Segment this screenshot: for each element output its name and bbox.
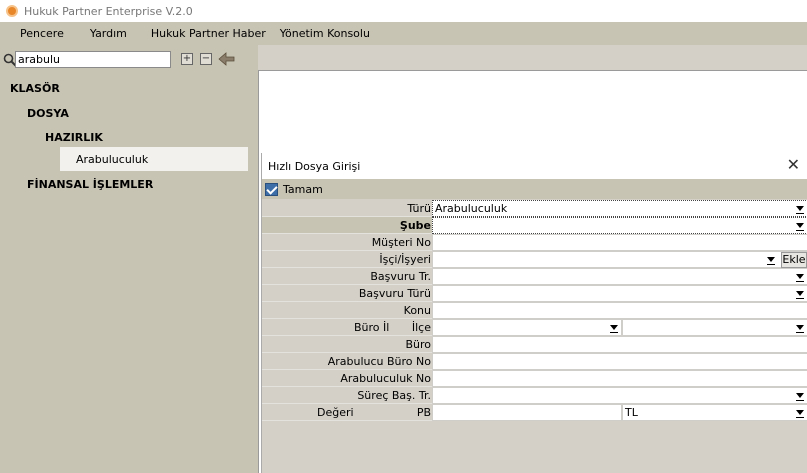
label-buro-il: Büro İl [354, 321, 390, 334]
label-sube: Şube [399, 219, 431, 232]
basvuru-tr-date[interactable] [432, 268, 807, 285]
quick-file-entry-dialog: Hızlı Dosya Girişi ✕ Tamam Türü Arabuluc… [261, 153, 807, 473]
menu-pencere[interactable]: Pencere [20, 27, 64, 40]
title-bar: Hukuk Partner Enterprise V.2.0 [0, 0, 807, 22]
expand-all-button[interactable]: + [181, 53, 193, 65]
chevron-down-icon[interactable] [767, 257, 775, 265]
label-basvuru-tr: Başvuru Tr. [370, 270, 431, 283]
tree-item-klasor[interactable]: KLASÖR [10, 82, 60, 95]
label-turu: Türü [407, 202, 431, 215]
musteri-no-input[interactable] [432, 234, 807, 251]
tree-item-dosya[interactable]: DOSYA [27, 107, 69, 120]
tamam-toolbar: Tamam [262, 179, 807, 199]
label-buro: Büro [405, 338, 431, 351]
label-surec-bas-tr: Süreç Baş. Tr. [357, 389, 431, 402]
collapse-all-button[interactable]: − [200, 53, 212, 65]
back-arrow-icon[interactable] [218, 52, 236, 66]
degeri-input[interactable] [432, 404, 622, 421]
label-arabuluculuk-no: Arabuluculuk No [340, 372, 431, 385]
arabuluculuk-no-input[interactable] [432, 370, 807, 387]
sube-select[interactable] [432, 217, 807, 234]
window-title: Hukuk Partner Enterprise V.2.0 [24, 4, 193, 18]
turu-value: Arabuluculuk [435, 202, 508, 215]
row-turu: Türü Arabuluculuk [262, 200, 807, 217]
chevron-down-icon[interactable] [610, 325, 618, 333]
konu-input[interactable] [432, 302, 807, 319]
row-basvuru-tr: Başvuru Tr. [262, 268, 807, 285]
tree-item-hazirlik[interactable]: HAZIRLIK [45, 131, 103, 144]
check-icon[interactable] [265, 182, 278, 196]
label-pb: PB [416, 406, 431, 419]
label-musteri-no: Müşteri No [371, 236, 431, 249]
sidebar: + − KLASÖR DOSYA HAZIRLIK Arabuluculuk F… [0, 45, 254, 473]
label-arabulucu-buro-no: Arabulucu Büro No [327, 355, 431, 368]
search-input[interactable] [15, 51, 171, 68]
app-logo-icon [6, 5, 18, 17]
row-arabulucu-buro-no: Arabulucu Büro No [262, 353, 807, 370]
chevron-down-icon[interactable] [796, 393, 804, 401]
label-isci-isveren: İşçi/İşyeri [379, 253, 431, 266]
row-sube: Şube [262, 217, 807, 234]
tree-item-label: Arabuluculuk [76, 152, 149, 166]
turu-select[interactable]: Arabuluculuk [432, 200, 807, 217]
pb-select[interactable]: TL [622, 404, 807, 421]
chevron-down-icon[interactable] [796, 291, 804, 299]
basvuru-turu-select[interactable] [432, 285, 807, 302]
dialog-header: Hızlı Dosya Girişi ✕ [262, 153, 807, 179]
row-musteri-no: Müşteri No [262, 234, 807, 251]
chevron-down-icon[interactable] [796, 223, 804, 231]
ilce-select[interactable] [622, 319, 807, 336]
row-surec-bas-tr: Süreç Baş. Tr. [262, 387, 807, 404]
label-konu: Konu [403, 304, 431, 317]
chevron-down-icon[interactable] [796, 410, 804, 418]
ekle-button[interactable]: Ekle [781, 252, 807, 268]
tamam-button[interactable]: Tamam [283, 183, 323, 196]
isci-isveren-select[interactable]: Ekle [432, 251, 807, 268]
row-degeri-pb: Değeri PB TL [262, 404, 807, 421]
row-basvuru-turu: Başvuru Türü [262, 285, 807, 302]
chevron-down-icon[interactable] [796, 325, 804, 333]
row-konu: Konu [262, 302, 807, 319]
menu-yardim[interactable]: Yardım [90, 27, 127, 40]
chevron-down-icon[interactable] [796, 206, 804, 214]
buro-input[interactable] [432, 336, 807, 353]
label-degeri: Değeri [317, 406, 354, 419]
label-basvuru-turu: Başvuru Türü [358, 287, 431, 300]
row-buro: Büro [262, 336, 807, 353]
label-ilce: İlçe [411, 321, 431, 334]
menu-bar: Pencere Yardım Hukuk Partner Haber Yönet… [0, 22, 807, 45]
buro-il-select[interactable] [432, 319, 622, 336]
dialog-title: Hızlı Dosya Girişi [268, 159, 361, 173]
close-icon[interactable]: ✕ [787, 156, 800, 174]
search-row: + − [0, 51, 254, 69]
menu-hukuk-partner-haber[interactable]: Hukuk Partner Haber [151, 27, 266, 40]
row-buro-il-ilce: Büro İl İlçe [262, 319, 807, 336]
tree-item-arabuluculuk[interactable]: Arabuluculuk [60, 147, 248, 171]
tree-item-finansal-islemler[interactable]: FİNANSAL İŞLEMLER [27, 178, 153, 191]
row-arabuluculuk-no: Arabuluculuk No [262, 370, 807, 387]
menu-yonetim-konsolu[interactable]: Yönetim Konsolu [280, 27, 370, 40]
pb-value: TL [625, 406, 638, 419]
arabulucu-buro-no-input[interactable] [432, 353, 807, 370]
row-isci-isveren: İşçi/İşyeri Ekle [262, 251, 807, 268]
chevron-down-icon[interactable] [796, 274, 804, 282]
surec-bas-tr-date[interactable] [432, 387, 807, 404]
